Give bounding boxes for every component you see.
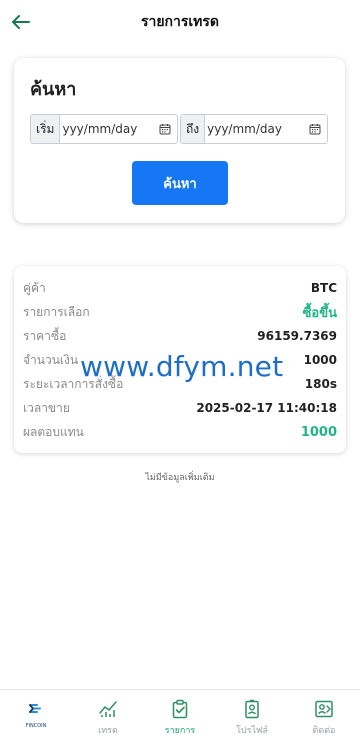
app-header: รายการเทรด [0,0,360,44]
end-date-input[interactable]: yyy/mm/day [205,115,327,143]
tab-trade-label: เทรด [98,726,118,736]
sell-time-value: 2025-02-17 11:40:18 [196,401,337,415]
chart-icon [99,701,117,717]
back-button[interactable] [8,9,34,35]
duration-value: 180s [304,377,337,391]
pair-label: คู่ค้า [23,280,46,295]
tab-profile[interactable]: โปรไฟล์ [216,690,288,741]
start-date-input[interactable]: yyy/mm/day [60,115,177,143]
option-label: รายการเลือก [23,304,90,319]
clipboard-check-icon [172,699,188,719]
option-value: ซื้อขึ้น [302,305,337,321]
amount-label: จำนวนเงิน [23,352,79,367]
tab-trade[interactable]: เทรด [72,690,144,741]
no-more-data-note: ไม่มีข้อมูลเพิ่มเติม [145,473,215,483]
search-card: ค้นหา เริ่ม yyy/mm/day ถึง yyy/mm/day ค้… [14,58,345,223]
start-date-label: เริ่ม [31,115,61,143]
return-value: 1000 [300,424,337,440]
pair-value: BTC [310,281,337,295]
tab-records[interactable]: รายการ [144,690,216,741]
trade-row-pair: คู่ค้า BTC [23,278,337,298]
trade-row-return: ผลตอบแทน 1000 [23,422,337,442]
calendar-icon[interactable] [159,123,171,135]
arrow-left-icon [12,15,30,29]
return-label: ผลตอบแทน [23,424,84,439]
sell-time-label: เวลาขาย [23,400,70,415]
tab-contact-label: ติดต่อ [312,726,336,736]
end-date-placeholder: yyy/mm/day [207,122,282,136]
bottom-tab-bar: FINCOIN เทรด รายการ โปรไฟล์ ติดต่อ [0,689,360,741]
start-date-placeholder: yyy/mm/day [62,122,138,136]
tab-contact[interactable]: ติดต่อ [288,690,360,741]
start-date-field[interactable]: เริ่ม yyy/mm/day [30,114,178,144]
end-date-label: ถึง [181,115,206,143]
page-title: รายการเทรด [140,14,220,30]
trade-row-buy-price: ราคาซื้อ 96159.7369 [23,326,337,346]
end-date-field[interactable]: ถึง yyy/mm/day [180,114,328,144]
logo-icon [29,704,41,713]
trade-row-sell-time: เวลาขาย 2025-02-17 11:40:18 [23,398,337,418]
search-title: ค้นหา [30,79,77,100]
buy-price-label: ราคาซื้อ [23,328,67,343]
calendar-icon[interactable] [309,123,321,135]
buy-price-value: 96159.7369 [257,329,337,343]
search-button[interactable]: ค้นหา [132,161,228,205]
logo-text: FINCOIN [25,723,47,729]
trade-row-option: รายการเลือก ซื้อขึ้น [23,302,337,322]
contact-icon [315,700,333,718]
badge-icon [245,699,259,719]
tab-profile-label: โปรไฟล์ [236,726,268,736]
amount-value: 1000 [303,353,337,367]
watermark-text: www.dfym.net [80,350,284,383]
tab-home-logo[interactable]: FINCOIN [0,690,72,741]
tab-records-label: รายการ [164,726,196,736]
